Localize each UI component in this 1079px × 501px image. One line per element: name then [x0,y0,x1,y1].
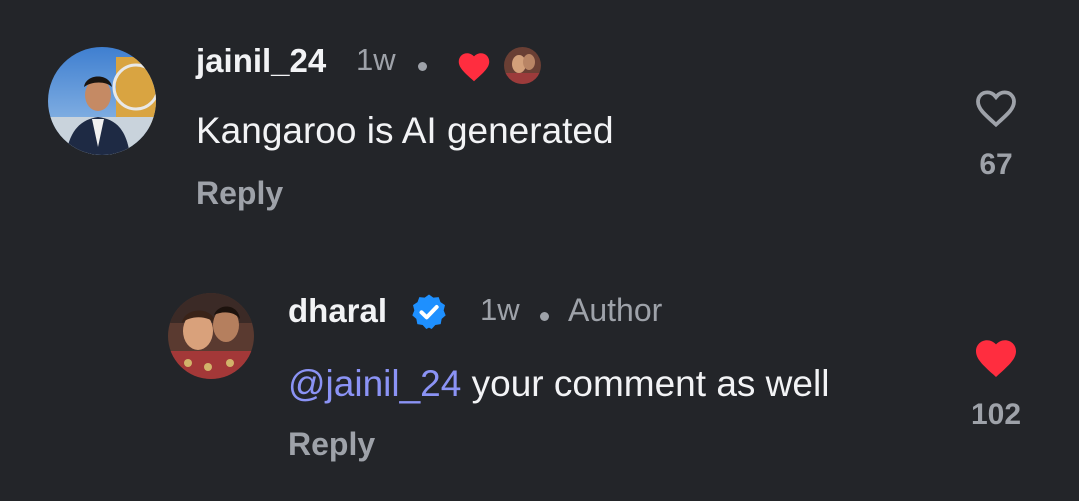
heart-outline-icon [976,90,1016,128]
like-count: 67 [979,148,1013,181]
author-label: Author [568,292,663,328]
comment-timestamp: 1w [480,292,520,327]
comment-username[interactable]: jainil_24 [196,42,326,80]
comment-timestamp: 1w [356,42,396,77]
comment-text-body: your comment as well [461,363,830,404]
avatar[interactable] [48,47,156,155]
comment-text: Kangaroo is AI generated [196,110,614,151]
separator-dot [540,312,549,321]
verified-badge-icon [409,292,449,337]
reply-button[interactable]: Reply [196,175,283,212]
red-heart-icon [455,50,493,87]
avatar-photo [168,293,254,379]
comment-thread-item: jainil_24 1w Kangaroo is AI generated Re… [0,0,1079,230]
avatar-photo [48,47,156,155]
like-count: 102 [970,398,1022,431]
heart-filled-icon [976,340,1016,377]
like-button[interactable] [972,336,1020,383]
avatar[interactable] [168,293,254,379]
reply-thread-item: dharal 1w Author @jainil_24 your comment… [0,230,1079,501]
separator-dot [418,62,427,71]
reply-button[interactable]: Reply [288,426,375,463]
like-button[interactable] [972,86,1020,133]
author-liked-avatar [504,47,541,84]
mention-link[interactable]: @jainil_24 [288,363,461,404]
comment-username[interactable]: dharal [288,292,387,330]
comment-text: @jainil_24 your comment as well [288,363,829,405]
